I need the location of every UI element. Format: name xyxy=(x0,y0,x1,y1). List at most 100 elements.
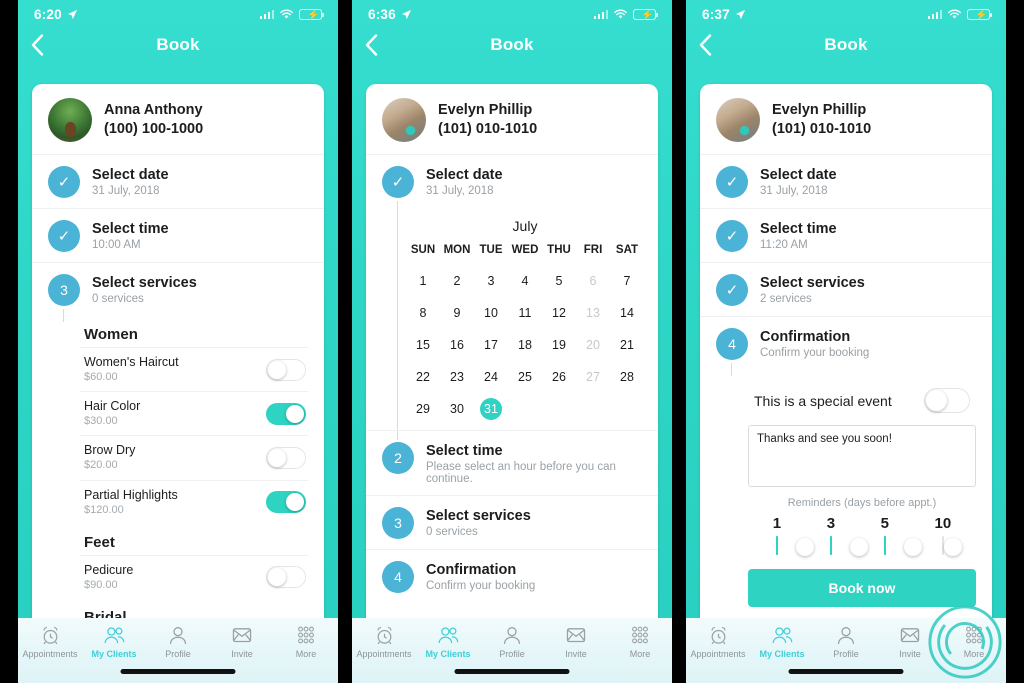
calendar-day[interactable]: 5 xyxy=(542,270,576,292)
calendar-day[interactable]: 19 xyxy=(542,334,576,356)
alarm-clock-icon xyxy=(40,624,61,646)
calendar-day[interactable]: 13 xyxy=(576,302,610,324)
step-select-time[interactable]: ✓ Select time 10:00 AM xyxy=(32,208,324,262)
avatar xyxy=(716,98,760,142)
reminder-item: 3 xyxy=(827,515,868,556)
card-scroll-area[interactable]: Anna Anthony (100) 100-1000 ✓ Select dat… xyxy=(32,84,324,618)
step-select-date[interactable]: ✓ Select date 31 July, 2018 xyxy=(366,154,658,440)
step-select-date[interactable]: ✓ Select date 31 July, 2018 xyxy=(32,154,324,208)
calendar-day[interactable]: 29 xyxy=(406,398,440,420)
tab-appointments[interactable]: Appointments xyxy=(686,624,750,659)
calendar-day[interactable]: 2 xyxy=(440,270,474,292)
service-toggle[interactable] xyxy=(266,446,306,469)
tab-invite[interactable]: Invite xyxy=(210,624,274,659)
calendar-day-selected[interactable]: 31 xyxy=(474,398,508,420)
service-toggle[interactable] xyxy=(266,358,306,381)
reminder-toggle[interactable] xyxy=(941,536,962,556)
calendar-day[interactable]: 9 xyxy=(440,302,474,324)
back-chevron-icon[interactable] xyxy=(31,34,44,56)
calendar-day[interactable]: 27 xyxy=(576,366,610,388)
step-select-time[interactable]: 2 Select time Please select an hour befo… xyxy=(366,430,658,495)
calendar-day[interactable]: 30 xyxy=(440,398,474,420)
calendar-day[interactable]: 7 xyxy=(610,270,644,292)
tab-profile[interactable]: Profile xyxy=(814,624,878,659)
client-header[interactable]: Evelyn Phillip (101) 010-1010 xyxy=(700,84,992,154)
status-time: 6:37 xyxy=(702,6,730,22)
back-chevron-icon[interactable] xyxy=(365,34,378,56)
tab-more[interactable]: More xyxy=(608,624,672,659)
calendar-grid[interactable]: SUN MON TUE WED THU FRI SAT 1 2 3 4 5 6 7 8 9 10 11 12 13 14… xyxy=(406,244,644,420)
calendar-day[interactable]: 28 xyxy=(610,366,644,388)
special-event-toggle[interactable] xyxy=(924,388,970,413)
step-select-date[interactable]: ✓ Select date 31 July, 2018 xyxy=(700,154,992,208)
calendar-day[interactable]: 21 xyxy=(610,334,644,356)
services-list: Women Women's Haircut $60.00 Hair Color $30.… xyxy=(32,316,324,618)
calendar-day[interactable]: 16 xyxy=(440,334,474,356)
tab-more[interactable]: More xyxy=(942,624,1006,659)
calendar-day[interactable]: 26 xyxy=(542,366,576,388)
step-confirmation[interactable]: 4 Confirmation Confirm your booking xyxy=(366,549,658,603)
tab-profile[interactable]: Profile xyxy=(480,624,544,659)
step-select-services[interactable]: ✓ Select services 2 services xyxy=(700,262,992,316)
service-toggle[interactable] xyxy=(266,402,306,425)
reminders-label: Reminders (days before appt.) xyxy=(787,497,937,509)
calendar-day[interactable]: 18 xyxy=(508,334,542,356)
calendar-day[interactable]: 17 xyxy=(474,334,508,356)
reminder-toggle[interactable] xyxy=(829,536,868,556)
service-toggle[interactable] xyxy=(266,566,306,589)
tab-my-clients[interactable]: My Clients xyxy=(82,624,146,659)
client-header[interactable]: Evelyn Phillip (101) 010-1010 xyxy=(366,84,658,154)
page-title: Book xyxy=(490,35,534,54)
tab-invite[interactable]: Invite xyxy=(878,624,942,659)
tab-more[interactable]: More xyxy=(274,624,338,659)
service-row[interactable]: Brow Dry $20.00 xyxy=(80,435,308,479)
calendar-day[interactable]: 8 xyxy=(406,302,440,324)
back-chevron-icon[interactable] xyxy=(699,34,712,56)
step-select-time[interactable]: ✓ Select time 11:20 AM xyxy=(700,208,992,262)
calendar-day[interactable]: 10 xyxy=(474,302,508,324)
note-field[interactable]: Thanks and see you soon! xyxy=(748,425,976,487)
signal-bars-icon xyxy=(927,9,942,19)
calendar-day[interactable]: 22 xyxy=(406,366,440,388)
reminder-toggle[interactable] xyxy=(883,536,922,556)
tab-appointments[interactable]: Appointments xyxy=(352,624,416,659)
client-header[interactable]: Anna Anthony (100) 100-1000 xyxy=(32,84,324,154)
step-confirmation[interactable]: 4 Confirmation Confirm your booking xyxy=(700,316,992,376)
calendar-day[interactable]: 6 xyxy=(576,270,610,292)
service-row[interactable]: Women's Haircut $60.00 xyxy=(80,347,308,391)
calendar-day[interactable]: 15 xyxy=(406,334,440,356)
calendar-day[interactable]: 14 xyxy=(610,302,644,324)
people-icon xyxy=(437,624,460,646)
book-now-button[interactable]: Book now xyxy=(748,569,976,607)
calendar-day[interactable]: 1 xyxy=(406,270,440,292)
service-row[interactable]: Pedicure $90.00 xyxy=(80,554,308,599)
confirmation-form: This is a special event Thanks and see y… xyxy=(700,370,992,617)
tab-invite[interactable]: Invite xyxy=(544,624,608,659)
card-scroll-area[interactable]: Evelyn Phillip (101) 010-1010 ✓ Select d… xyxy=(366,84,658,618)
service-toggle[interactable] xyxy=(266,491,306,514)
client-name: Evelyn Phillip xyxy=(438,102,533,119)
reminder-toggle[interactable] xyxy=(775,536,814,556)
service-row[interactable]: Hair Color $30.00 xyxy=(80,391,308,435)
tab-profile[interactable]: Profile xyxy=(146,624,210,659)
calendar-day[interactable]: 24 xyxy=(474,366,508,388)
calendar-day[interactable]: 3 xyxy=(474,270,508,292)
client-name: Anna Anthony xyxy=(104,102,203,119)
calendar-day[interactable]: 11 xyxy=(508,302,542,324)
calendar-day[interactable]: 4 xyxy=(508,270,542,292)
tab-my-clients[interactable]: My Clients xyxy=(416,624,480,659)
tab-appointments[interactable]: Appointments xyxy=(18,624,82,659)
calendar-day[interactable]: 12 xyxy=(542,302,576,324)
tab-my-clients[interactable]: My Clients xyxy=(750,624,814,659)
card-scroll-area[interactable]: Evelyn Phillip (101) 010-1010 ✓ Select d… xyxy=(700,84,992,618)
special-event-row[interactable]: This is a special event xyxy=(748,382,976,425)
step-select-services[interactable]: 3 Select services 0 services xyxy=(32,262,324,322)
calendar-day[interactable]: 23 xyxy=(440,366,474,388)
client-phone: (101) 010-1010 xyxy=(438,121,538,137)
calendar-day[interactable]: 20 xyxy=(576,334,610,356)
service-row[interactable]: Partial Highlights $120.00 xyxy=(80,479,308,524)
signal-bars-icon xyxy=(593,9,608,19)
step-select-services[interactable]: 3 Select services 0 services xyxy=(366,495,658,549)
calendar-day[interactable]: 25 xyxy=(508,366,542,388)
status-right: ⚡ xyxy=(593,8,659,21)
